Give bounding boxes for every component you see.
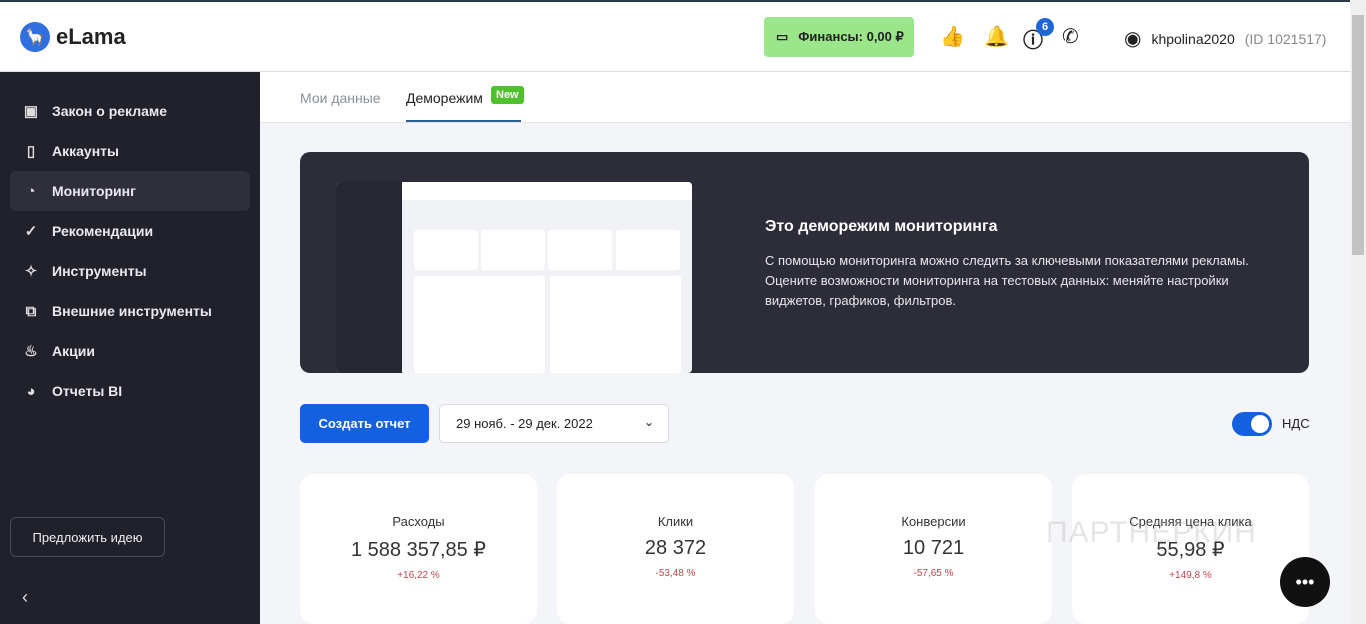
bell-icon[interactable]: 🔔 [984,24,1009,49]
sidebar-item-ad-law[interactable]: ▣ Закон о рекламе [10,91,250,131]
kpi-change: -57,65 % [913,568,954,579]
label: Мониторинг [52,183,136,199]
feedback-icon[interactable]: 👍 [940,24,965,49]
user-menu[interactable]: ◉ khpolina2020 (ID 1021517) [1124,26,1326,51]
banner-title: Это деморежим мониторинга [765,218,998,235]
suggest-idea-button[interactable]: Предложить идею [10,517,165,557]
chat-icon: ••• [1295,571,1315,592]
label: Отчеты BI [52,383,123,399]
sidebar-item-monitoring[interactable]: ◔ Мониторинг [10,171,250,211]
top-bar: 🦙 eLama ▭ Финансы: 0,00 ₽ 👍 🔔 ⓘ 6 ✆ ◉ kh… [0,0,1350,72]
logo-text: eLama [56,24,126,49]
monitoring-preview-image [336,182,692,373]
user-id: (ID 1021517) [1244,30,1327,47]
active-tab-indicator [406,120,521,122]
elama-logo[interactable]: 🦙 eLama [20,22,126,52]
kpi-value: 28 372 [644,537,707,559]
id-card-icon: ▣ [23,103,39,120]
label: Аккаунты [52,143,119,159]
pie-chart-icon: ◔ [26,182,36,200]
check-chat-icon: ✓ [24,223,38,240]
kpi-card-clicks[interactable]: Клики 28 372 -53,48 % [557,474,794,624]
tab-my-data[interactable]: Мои данные [300,90,381,106]
label: Рекомендации [52,223,154,239]
kpi-value: 55,98 ₽ [1156,539,1225,561]
magic-wand-icon: ✧ [24,263,38,280]
kpi-change: +16,22 % [397,570,440,581]
finance-label: Финансы: 0,00 ₽ [798,29,904,44]
kpi-label: Средняя цена клика [1129,514,1252,529]
sidebar-item-external-tools[interactable]: ⧉ Внешние инструменты [10,291,250,331]
tab-demo-mode[interactable]: Деморежим [406,90,483,106]
kpi-card-avg-cpc[interactable]: Средняя цена клика 55,98 ₽ +149,8 % [1072,474,1309,624]
kpi-card-conversions[interactable]: Конверсии 10 721 -57,65 % [815,474,1052,624]
fire-icon: ♨ [24,343,38,360]
finance-button[interactable]: ▭ Финансы: 0,00 ₽ [764,17,914,57]
llama-icon: 🦙 [20,22,50,52]
external-link-icon: ⧉ [25,302,37,320]
sidebar-item-tools[interactable]: ✧ Инструменты [10,251,250,291]
vat-toggle[interactable] [1232,412,1272,436]
sidebar-item-bi-reports[interactable]: ◕ Отчеты BI [10,371,250,411]
username: khpolina2020 [1151,30,1235,47]
demo-banner: Это деморежим мониторинга С помощью мони… [300,152,1309,373]
sidebar-item-promotions[interactable]: ♨ Акции [10,331,250,371]
bi-chart-icon: ◕ [26,382,36,400]
kpi-card-spend[interactable]: Расходы 1 588 357,85 ₽ +16,22 % [300,474,537,624]
chevron-down-icon: ⌄ [643,415,654,429]
kpi-value: 1 588 357,85 ₽ [350,539,487,561]
kpi-label: Конверсии [901,514,966,529]
kpi-change: +149,8 % [1169,570,1212,581]
new-badge: New [491,86,524,104]
label: Акции [52,343,95,359]
date-range-select[interactable]: 29 нояб. - 29 дек. 2022 ⌄ [439,404,669,443]
kpi-label: Расходы [392,514,445,529]
sidebar-item-recommendations[interactable]: ✓ Рекомендации [10,211,250,251]
phone-question-icon[interactable]: ✆ [1062,24,1079,49]
banner-text: С помощью мониторинга можно следить за к… [765,253,1249,308]
date-range-value: 29 нояб. - 29 дек. 2022 [456,416,593,431]
wallet-icon: ▭ [776,29,789,44]
sidebar: ▣ Закон о рекламе ▯ Аккаунты ◔ Мониторинг ✓… [0,72,260,624]
label: Инструменты [52,263,147,279]
kpi-change: -53,48 % [655,568,696,579]
vat-label: НДС [1282,416,1310,431]
sidebar-item-accounts[interactable]: ▯ Аккаунты [10,131,250,171]
help-badge: 6 [1036,18,1054,36]
tabs: Мои данные Деморежим [260,72,1350,123]
collapse-sidebar-icon[interactable]: ‹ [22,587,28,608]
accounts-icon: ▯ [26,143,36,160]
user-icon: ◉ [1124,28,1142,50]
create-report-button[interactable]: Создать отчет [300,404,429,443]
scrollbar-thumb[interactable] [1352,15,1364,255]
label: Закон о рекламе [52,103,168,119]
kpi-label: Клики [657,514,694,529]
label: Внешние инструменты [52,303,212,319]
chat-button[interactable]: ••• [1280,557,1330,607]
kpi-value: 10 721 [902,537,965,559]
